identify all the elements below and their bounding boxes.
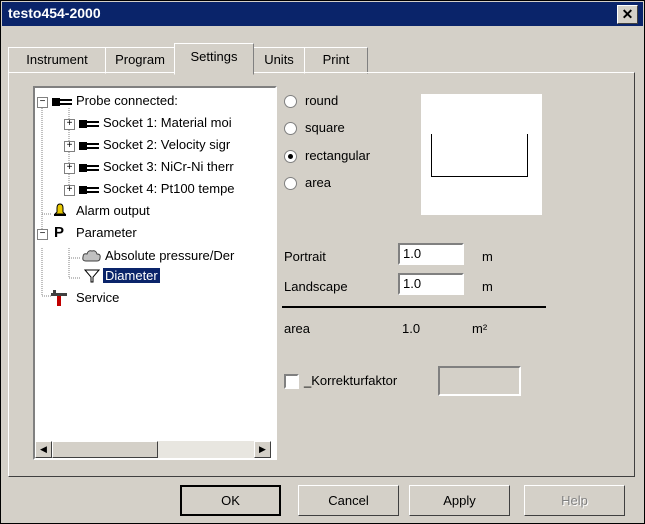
- close-button[interactable]: ✕: [617, 5, 638, 24]
- area-unit: m²: [472, 321, 488, 336]
- tree-item-diameter[interactable]: Diameter: [103, 268, 160, 283]
- shape-preview: [421, 94, 542, 215]
- window-title: testo454-2000: [8, 5, 101, 21]
- tab-instrument[interactable]: Instrument: [8, 47, 106, 74]
- landscape-input[interactable]: 1.0: [398, 273, 464, 295]
- korrekturfaktor-label: _Korrekturfaktor: [304, 373, 398, 388]
- settings-tree[interactable]: − Probe connected: + Socket 1: Material …: [33, 86, 277, 460]
- plug-icon: [79, 164, 99, 172]
- title-bar[interactable]: testo454-2000 ✕: [2, 2, 643, 26]
- portrait-input[interactable]: 1.0: [398, 243, 464, 265]
- tab-units[interactable]: Units: [253, 47, 305, 74]
- tree-item-absolute-pressure[interactable]: Absolute pressure/Der: [105, 246, 234, 266]
- radio-selected-dot-icon: [288, 154, 293, 159]
- cancel-button[interactable]: Cancel: [298, 485, 399, 516]
- parameter-icon: P: [54, 224, 65, 241]
- divider-line: [282, 306, 546, 308]
- portrait-unit: m: [482, 249, 493, 264]
- help-button[interactable]: Help: [524, 485, 625, 516]
- funnel-icon: [84, 269, 100, 283]
- wrench-icon: [51, 290, 67, 306]
- collapse-parameter-icon[interactable]: −: [37, 229, 48, 240]
- tree-item-parameter[interactable]: Parameter: [76, 223, 137, 243]
- scroll-thumb[interactable]: [52, 441, 158, 458]
- plug-icon: [52, 98, 72, 106]
- expand-socket-4-icon[interactable]: +: [64, 185, 75, 196]
- scroll-right-arrow-icon[interactable]: ▶: [254, 441, 271, 458]
- tree-item-diameter-row: Diameter: [103, 266, 160, 286]
- korrekturfaktor-checkbox[interactable]: [284, 374, 299, 389]
- tree-item-socket-1[interactable]: Socket 1: Material moi: [103, 113, 232, 133]
- tab-print[interactable]: Print: [304, 47, 368, 74]
- area-label: area: [284, 321, 311, 336]
- radio-circle-icon: [284, 95, 297, 108]
- tree-item-socket-3[interactable]: Socket 3: NiCr-Ni therr: [103, 157, 234, 177]
- plug-icon: [79, 142, 99, 150]
- korrekturfaktor-input[interactable]: [438, 366, 521, 396]
- tree-item-probe-connected[interactable]: Probe connected:: [76, 91, 178, 111]
- radio-circle-icon: [284, 122, 297, 135]
- tab-program[interactable]: Program: [105, 47, 175, 74]
- landscape-label: Landscape: [284, 279, 348, 294]
- tree-item-service[interactable]: Service: [76, 288, 119, 308]
- plug-icon: [79, 120, 99, 128]
- bell-icon: [53, 203, 67, 216]
- tab-settings[interactable]: Settings: [174, 43, 254, 75]
- landscape-unit: m: [482, 279, 493, 294]
- rectangular-duct-shape: [431, 134, 528, 177]
- radio-rectangular-label: rectangular: [305, 148, 371, 163]
- expand-socket-3-icon[interactable]: +: [64, 163, 75, 174]
- radio-circle-icon: [284, 177, 297, 190]
- tree-horizontal-scrollbar[interactable]: ◀ ▶: [35, 441, 271, 458]
- cloud-icon: [82, 250, 101, 262]
- radio-area-label: area: [305, 175, 332, 190]
- expand-socket-2-icon[interactable]: +: [64, 141, 75, 152]
- radio-round-label: round: [305, 93, 339, 108]
- tree-item-socket-2[interactable]: Socket 2: Velocity sigr: [103, 135, 230, 155]
- plug-icon: [79, 186, 99, 194]
- radio-square-label: square: [305, 120, 345, 135]
- portrait-label: Portrait: [284, 249, 326, 264]
- area-value: 1.0: [402, 321, 421, 336]
- expand-socket-1-icon[interactable]: +: [64, 119, 75, 130]
- ok-button[interactable]: OK: [180, 485, 281, 516]
- scroll-left-arrow-icon[interactable]: ◀: [35, 441, 52, 458]
- collapse-probe-icon[interactable]: −: [37, 97, 48, 108]
- tree-item-alarm-output[interactable]: Alarm output: [76, 201, 150, 221]
- tree-item-socket-4[interactable]: Socket 4: Pt100 tempe: [103, 179, 235, 199]
- apply-button[interactable]: Apply: [409, 485, 510, 516]
